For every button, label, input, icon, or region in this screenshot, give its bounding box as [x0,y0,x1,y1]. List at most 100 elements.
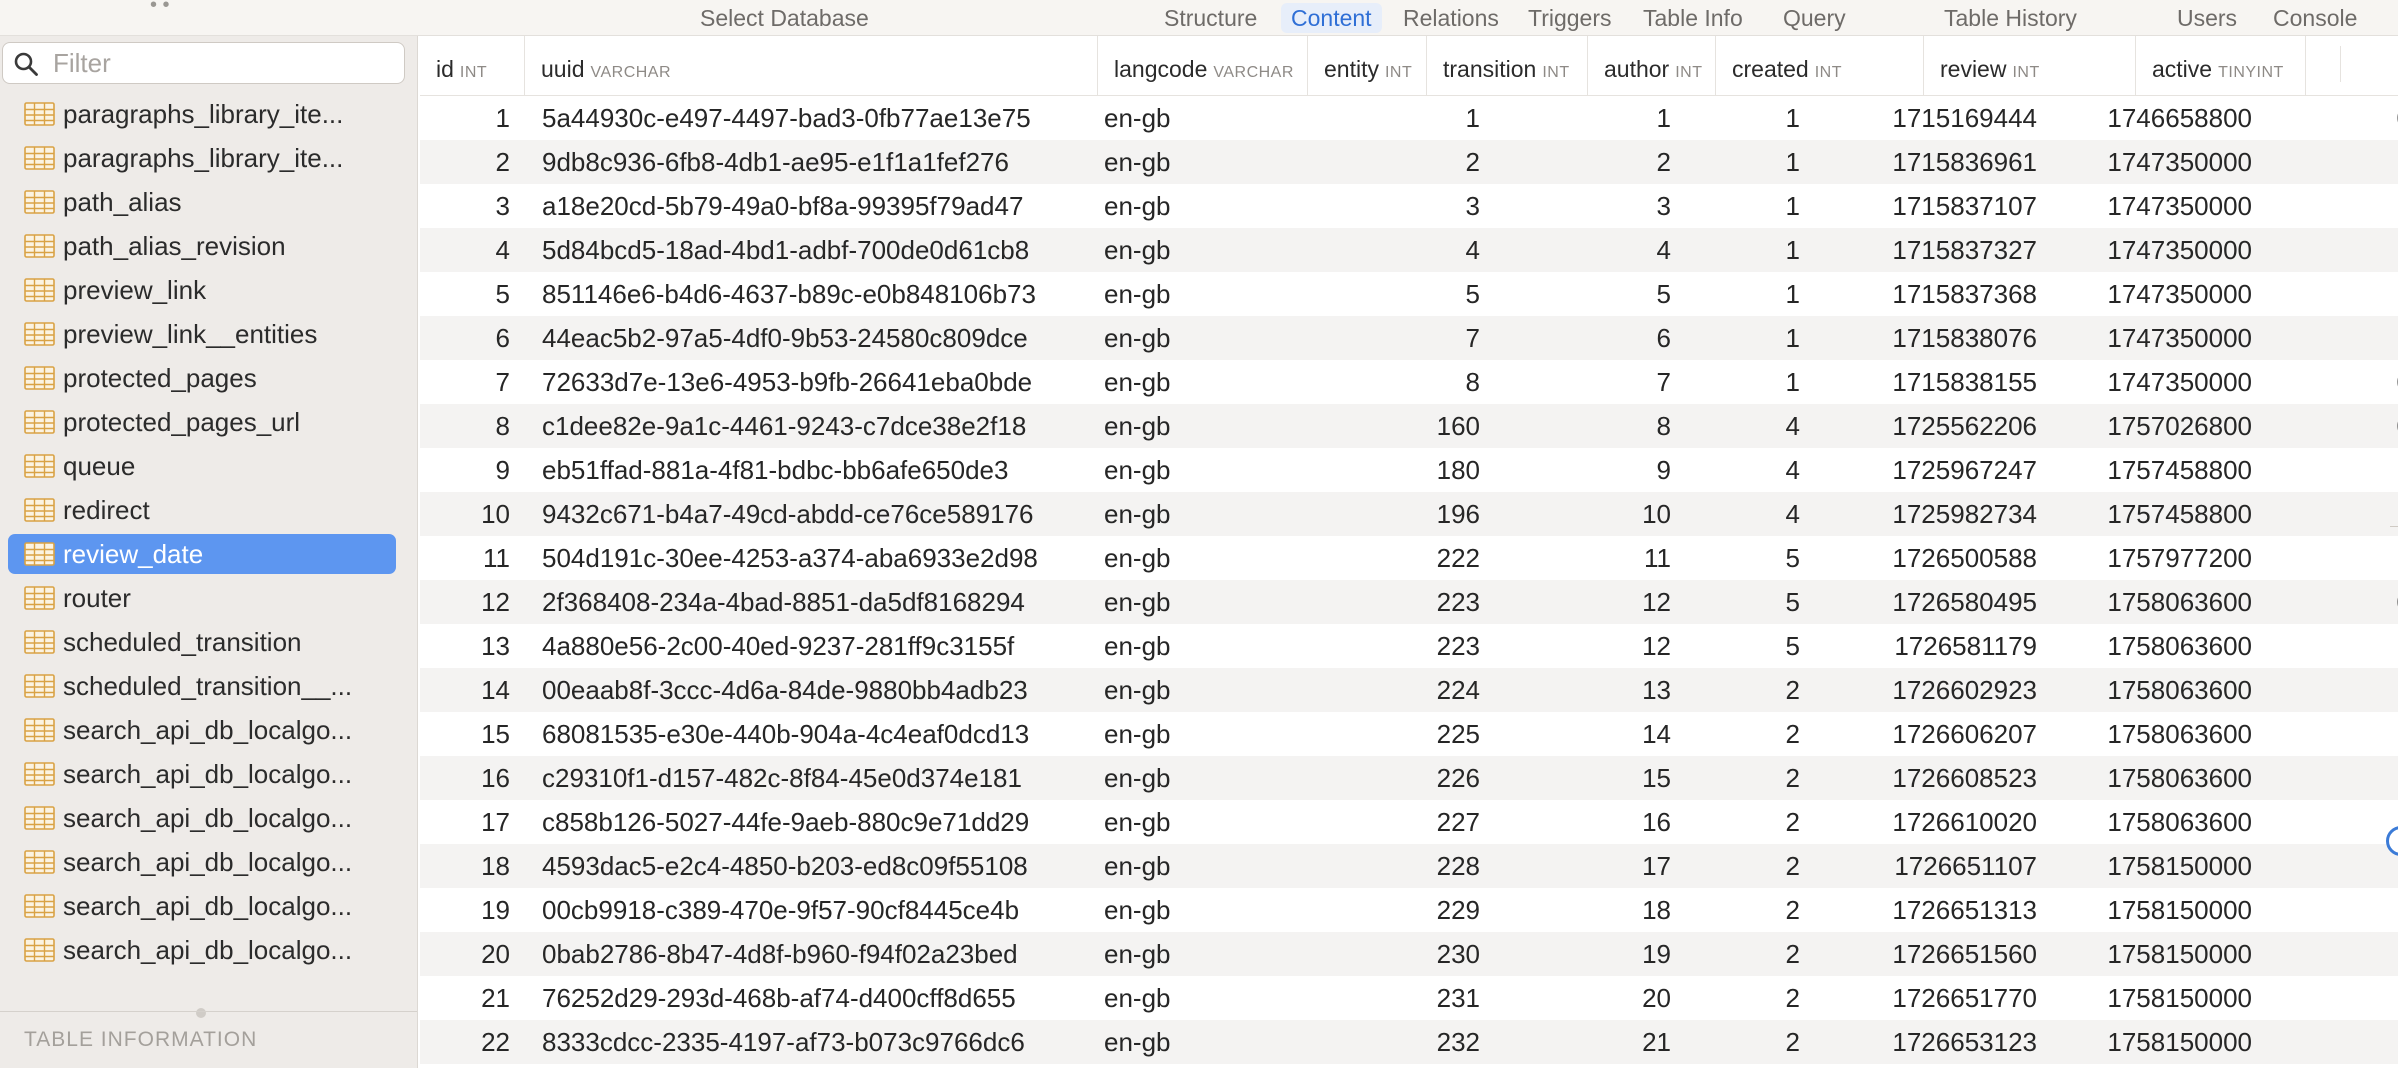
cell-entity[interactable]: 196 [1294,492,1492,536]
cell-uuid[interactable]: 00cb9918-c389-470e-9f57-90cf8445ce4b [528,888,1084,932]
cell-uuid[interactable]: 0bab2786-8b47-4d8f-b960-f94f02a23bed [528,932,1084,976]
cell-created[interactable]: 1726610020 [1816,800,2049,844]
cell-transition[interactable]: 12 [1492,580,1689,624]
cell-created[interactable]: 1726653123 [1816,1020,2049,1064]
cell-id[interactable]: 19 [420,888,528,932]
cell-author[interactable]: 1 [1689,140,1816,184]
cell-active[interactable]: 1 [2264,932,2398,976]
table-row[interactable]: 7 72633d7e-13e6-4953-b9fb-26641eba0bde en-… [420,360,2398,404]
cell-transition[interactable]: 7 [1492,360,1689,404]
sidebar-table-item[interactable]: paragraphs_library_ite... [8,94,396,134]
column-header-uuid[interactable]: uuid VARCHAR [525,36,1098,96]
table-row[interactable]: 8 c1dee82e-9a1c-4461-9243-c7dce38e2f18 en-… [420,404,2398,448]
table-row[interactable]: 9 eb51ffad-881a-4f81-bdbc-bb6afe650de3 en-… [420,448,2398,492]
column-header-langcode[interactable]: langcode VARCHAR [1098,36,1308,96]
table-row[interactable]: 3 a18e20cd-5b79-49a0-bf8a-99395f79ad47 en-… [420,184,2398,228]
table-row[interactable]: 6 44eac5b2-97a5-4df0-9b53-24580c809dce en-… [420,316,2398,360]
cell-author[interactable]: 1 [1689,96,1816,140]
sidebar-table-item[interactable]: search_api_db_localgo... [8,798,396,838]
cell-langcode[interactable]: en-gb [1084,932,1294,976]
cell-created[interactable]: 1725967247 [1816,448,2049,492]
cell-entity[interactable]: 223 [1294,580,1492,624]
cell-author[interactable]: 5 [1689,580,1816,624]
table-row[interactable]: 21 76252d29-293d-468b-af74-d400cff8d655 en… [420,976,2398,1020]
cell-langcode[interactable]: en-gb [1084,976,1294,1020]
cell-uuid[interactable]: 4593dac5-e2c4-4850-b203-ed8c09f55108 [528,844,1084,888]
tab-relations[interactable]: Relations [1403,3,1499,33]
cell-id[interactable]: 2 [420,140,528,184]
cell-review[interactable]: 1757026800 [2049,404,2264,448]
column-header-author[interactable]: author INT [1588,36,1716,96]
cell-transition[interactable]: 5 [1492,272,1689,316]
cell-review[interactable]: 1746658800 [2049,96,2264,140]
cell-review[interactable]: 1758150000 [2049,888,2264,932]
cell-author[interactable]: 2 [1689,888,1816,932]
cell-id[interactable]: 13 [420,624,528,668]
sidebar-table-item[interactable]: scheduled_transition [8,622,396,662]
cell-transition[interactable]: 14 [1492,712,1689,756]
cell-uuid[interactable]: 9432c671-b4a7-49cd-abdd-ce76ce589176 [528,492,1084,536]
cell-created[interactable]: 1725982734 [1816,492,2049,536]
column-header-id[interactable]: id INT [420,36,525,96]
cell-langcode[interactable]: en-gb [1084,888,1294,932]
table-row[interactable]: 4 5d84bcd5-18ad-4bd1-adbf-700de0d61cb8 en-… [420,228,2398,272]
sidebar-table-item[interactable]: protected_pages [8,358,396,398]
resize-handle[interactable] [196,1008,206,1018]
cell-author[interactable]: 5 [1689,536,1816,580]
table-row[interactable]: 17 c858b126-5027-44fe-9aeb-880c9e71dd29 en… [420,800,2398,844]
tab-structure[interactable]: Structure [1164,3,1257,33]
filter-field[interactable] [2,42,405,84]
cell-transition[interactable]: 10 [1492,492,1689,536]
sidebar-table-item[interactable]: review_date [8,534,396,574]
cell-review[interactable]: 1758063600 [2049,756,2264,800]
cell-created[interactable]: 1726580495 [1816,580,2049,624]
cell-entity[interactable]: 1 [1294,96,1492,140]
cell-active[interactable]: 0 [2264,580,2398,624]
select-database-button[interactable]: Select Database [700,3,869,33]
tab-content[interactable]: Content [1281,3,1382,33]
cell-entity[interactable]: 230 [1294,932,1492,976]
table-row[interactable]: 15 68081535-e30e-440b-904a-4c4eaf0dcd13 en… [420,712,2398,756]
cell-active[interactable]: 1 [2264,228,2398,272]
table-row[interactable]: 10 9432c671-b4a7-49cd-abdd-ce76ce589176 en… [420,492,2398,536]
sidebar-table-item[interactable]: preview_link [8,270,396,310]
cell-author[interactable]: 1 [1689,228,1816,272]
cell-active[interactable]: 1 [2264,888,2398,932]
cell-id[interactable]: 20 [420,932,528,976]
cell-langcode[interactable]: en-gb [1084,448,1294,492]
cell-transition[interactable]: 17 [1492,844,1689,888]
tab-table-history[interactable]: Table History [1944,3,2077,33]
cell-review[interactable]: 1758063600 [2049,712,2264,756]
cell-langcode[interactable]: en-gb [1084,580,1294,624]
cell-review[interactable]: 1757458800 [2049,492,2264,536]
cell-transition[interactable]: 16 [1492,800,1689,844]
cell-langcode[interactable]: en-gb [1084,184,1294,228]
cell-active[interactable]: 1 [2264,536,2398,580]
cell-langcode[interactable]: en-gb [1084,360,1294,404]
cell-langcode[interactable]: en-gb [1084,800,1294,844]
cell-langcode[interactable]: en-gb [1084,404,1294,448]
cell-id[interactable]: 8 [420,404,528,448]
cell-review[interactable]: 1747350000 [2049,228,2264,272]
cell-entity[interactable]: 226 [1294,756,1492,800]
sidebar-table-item[interactable]: queue [8,446,396,486]
cell-id[interactable]: 5 [420,272,528,316]
cell-transition[interactable]: 12 [1492,624,1689,668]
tab-console[interactable]: Console [2273,3,2357,33]
cell-langcode[interactable]: en-gb [1084,316,1294,360]
cell-id[interactable]: 9 [420,448,528,492]
table-row[interactable]: 5 851146e6-b4d6-4637-b89c-e0b848106b73 en-… [420,272,2398,316]
table-row[interactable]: 18 4593dac5-e2c4-4850-b203-ed8c09f55108 en… [420,844,2398,888]
cell-id[interactable]: 18 [420,844,528,888]
cell-id[interactable]: 14 [420,668,528,712]
cell-created[interactable]: 1726651107 [1816,844,2049,888]
cell-entity[interactable]: 222 [1294,536,1492,580]
cell-active[interactable]: 0 [2264,404,2398,448]
cell-author[interactable]: 2 [1689,1020,1816,1064]
sidebar-table-item[interactable]: scheduled_transition__... [8,666,396,706]
cell-review[interactable]: 1758150000 [2049,976,2264,1020]
cell-entity[interactable]: 224 [1294,668,1492,712]
cell-active[interactable]: 1 [2264,668,2398,712]
cell-entity[interactable]: 3 [1294,184,1492,228]
cell-uuid[interactable]: 4a880e56-2c00-40ed-9237-281ff9c3155f [528,624,1084,668]
